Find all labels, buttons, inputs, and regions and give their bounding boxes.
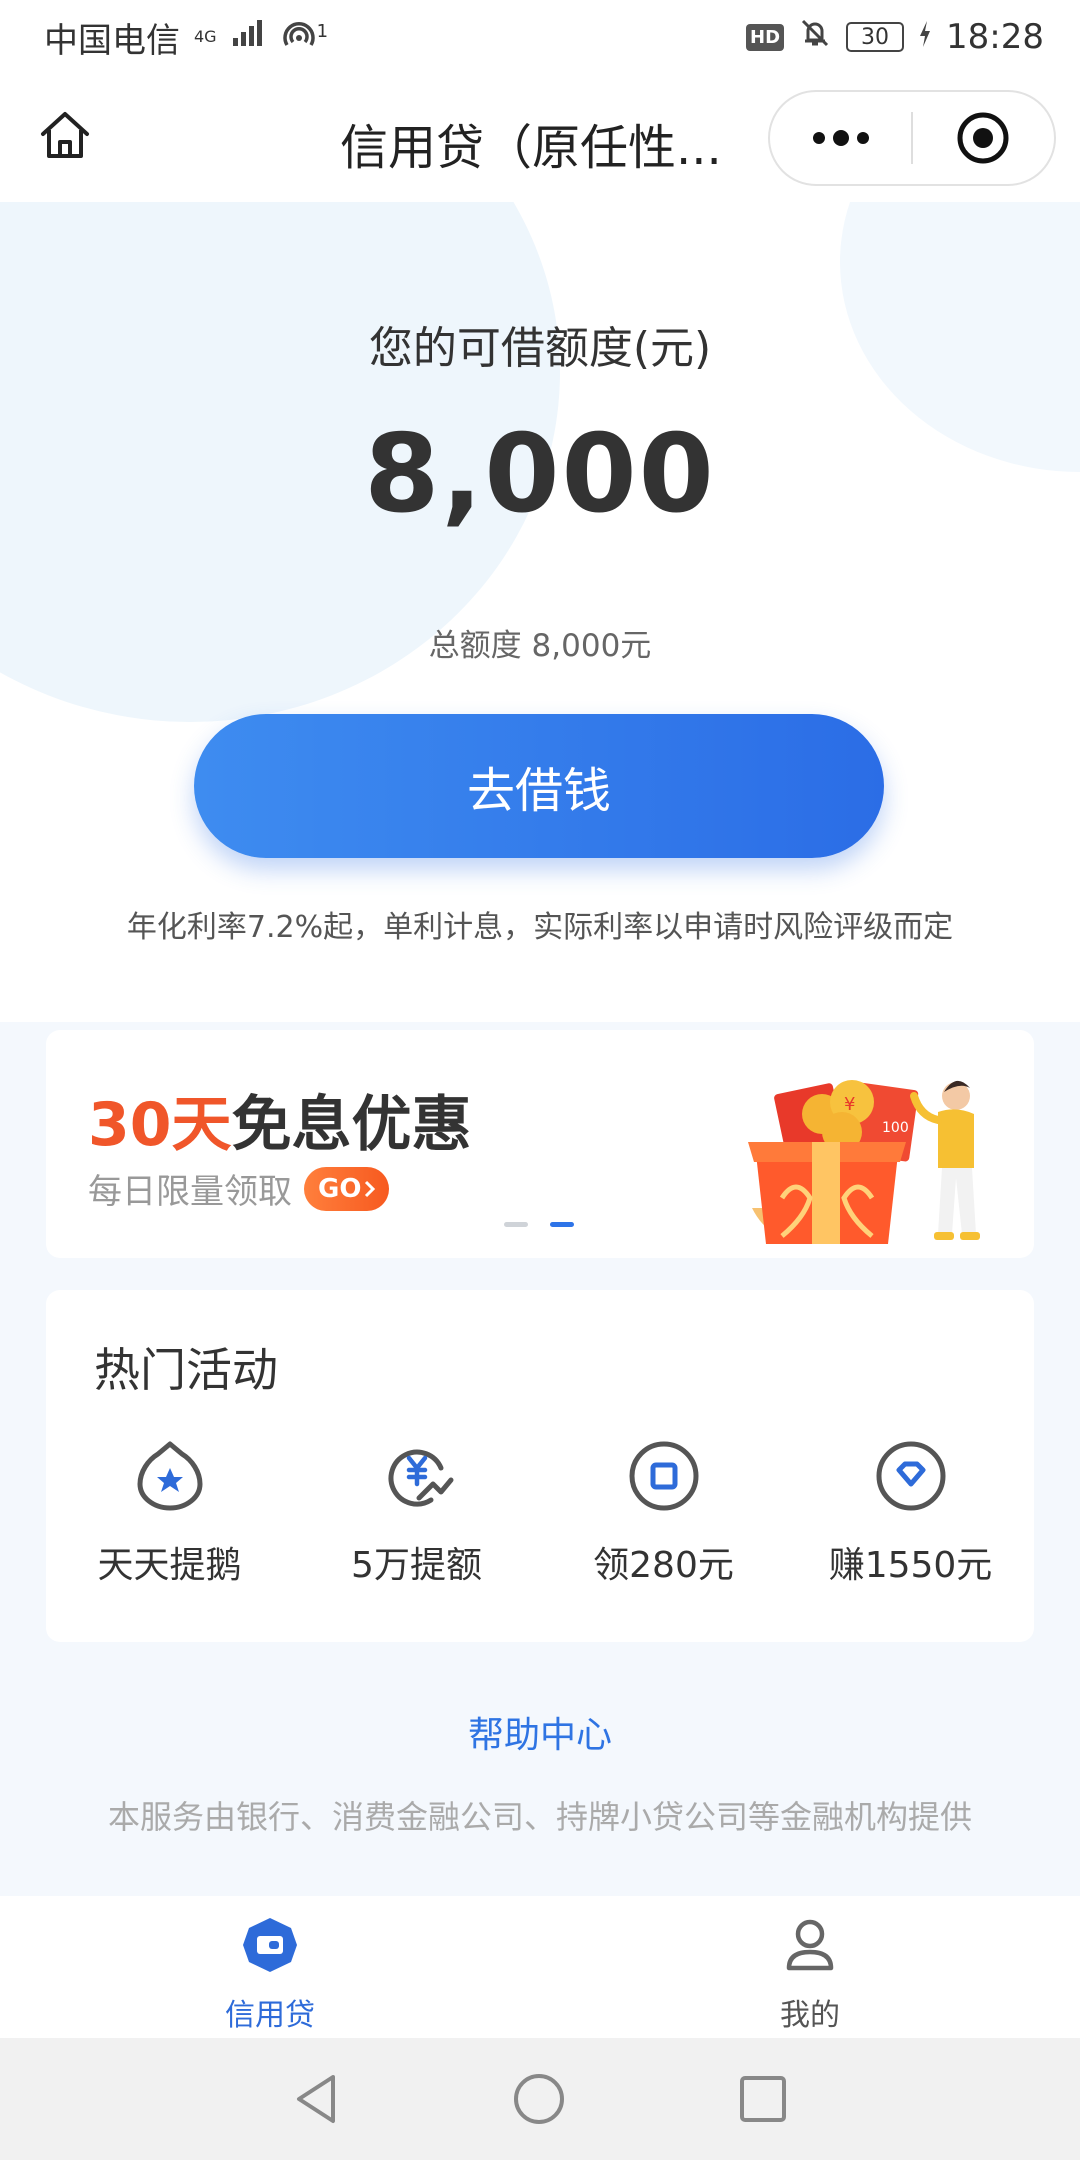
home-icon	[41, 112, 89, 158]
mini-program-capsule	[768, 90, 1056, 186]
wallet-icon	[243, 1918, 297, 1972]
home-button[interactable]	[34, 104, 96, 166]
service-provider-note: 本服务由银行、消费金融公司、持牌小贷公司等金融机构提供	[107, 1798, 972, 1836]
activities-title: 热门活动	[94, 1343, 278, 1397]
target-close-icon	[957, 112, 1009, 164]
borrow-button[interactable]: 去借钱	[194, 714, 884, 858]
yen-up-icon	[388, 1449, 453, 1507]
help-center-link[interactable]: 帮助中心	[0, 1706, 1080, 1758]
banner-title: 30天免息优惠	[88, 1076, 472, 1163]
system-nav-bar	[0, 2038, 1080, 2160]
activity-label: 天天提鹅	[97, 1545, 242, 1586]
signal-icon	[231, 17, 267, 57]
clock: 18:28	[946, 17, 1044, 57]
more-button[interactable]	[770, 92, 911, 184]
chevron-right-icon	[365, 1180, 376, 1197]
activity-raise-limit[interactable]: 5万提额	[293, 1438, 540, 1588]
activity-daily-goose[interactable]: 天天提鹅	[46, 1438, 293, 1588]
battery-icon: 30	[846, 22, 905, 52]
network-type: 4G	[194, 29, 217, 45]
credit-label: 您的可借额度(元)	[368, 323, 712, 374]
carousel-indicator	[504, 1222, 574, 1227]
page: 中国电信 4G 1 HD 30 18:28 信用贷（原任性... 您的可借额度(…	[0, 0, 1080, 2160]
user-icon	[786, 1919, 834, 1971]
status-left: 中国电信 4G 1	[44, 13, 328, 62]
svg-text:100: 100	[882, 1120, 909, 1136]
activity-label: 领280元	[593, 1545, 734, 1586]
activity-label: 赚1550元	[828, 1545, 993, 1586]
activity-get-280[interactable]: 领280元	[540, 1438, 787, 1588]
banner-title-accent: 30天	[88, 1090, 232, 1160]
status-right: HD 30 18:28	[746, 16, 1044, 59]
page-title: 信用贷（原任性...	[340, 120, 722, 176]
gift-box-illustration: ¥ 100	[748, 1080, 980, 1244]
credit-hero: 您的可借额度(元) 8,000 总额度 8,000元 去借钱 年化利率7.2%起…	[0, 202, 1080, 1022]
hotspot-count: 1	[316, 21, 329, 42]
rate-note: 年化利率7.2%起，单利计息，实际利率以申请时风险评级而定	[126, 910, 954, 945]
go-badge[interactable]: GO	[304, 1166, 390, 1211]
nav-bar: 信用贷（原任性...	[0, 74, 1080, 202]
recents-square-icon[interactable]	[737, 2073, 789, 2125]
carousel-dot[interactable]	[504, 1222, 528, 1227]
carrier-label: 中国电信	[44, 20, 180, 61]
bottom-tab-bar: 信用贷 我的	[0, 1896, 1080, 2038]
go-label: GO	[318, 1173, 362, 1204]
banner-title-rest: 免息优惠	[231, 1090, 472, 1160]
square-icon	[629, 1441, 698, 1511]
home-circle-icon[interactable]	[511, 2071, 567, 2127]
banner-subtitle: 每日限量领取 GO	[88, 1164, 390, 1213]
activity-earn-1550[interactable]: 赚1550元	[787, 1438, 1034, 1588]
charging-icon	[918, 17, 932, 57]
activity-label: 5万提额	[351, 1545, 482, 1586]
hotspot-icon: 1	[281, 21, 328, 53]
more-dots-icon	[812, 130, 869, 146]
heart-diamond-icon	[876, 1441, 945, 1511]
status-bar: 中国电信 4G 1 HD 30 18:28	[0, 0, 1080, 74]
promo-banner[interactable]: 30天免息优惠 每日限量领取 GO ¥ 100	[46, 1030, 1034, 1258]
banner-subtitle-text: 每日限量领取	[88, 1172, 292, 1212]
hd-badge: HD	[746, 23, 785, 51]
bell-muted-icon	[798, 16, 832, 59]
activities-row: 天天提鹅 5万提额 领280元 赚1550元	[46, 1438, 1034, 1588]
network-type-label: 4G	[194, 27, 217, 46]
hot-activities-card: 热门活动 天天提鹅 5万提额 领280元 赚1550元	[46, 1290, 1034, 1642]
battery-level: 30	[861, 24, 890, 50]
credit-amount: 8,000	[364, 412, 716, 537]
back-icon[interactable]	[291, 2071, 341, 2127]
tab-mine[interactable]: 我的	[540, 1896, 1080, 2038]
tab-credit-loan[interactable]: 信用贷	[0, 1896, 540, 2038]
close-button[interactable]	[913, 92, 1054, 184]
total-credit-line: 总额度 8,000元	[428, 628, 652, 664]
carousel-dot-active[interactable]	[550, 1222, 574, 1227]
tab-label: 信用贷	[225, 1998, 315, 2033]
star-icon	[137, 1441, 202, 1511]
svg-text:¥: ¥	[844, 1094, 855, 1115]
tab-label: 我的	[780, 1998, 840, 2033]
